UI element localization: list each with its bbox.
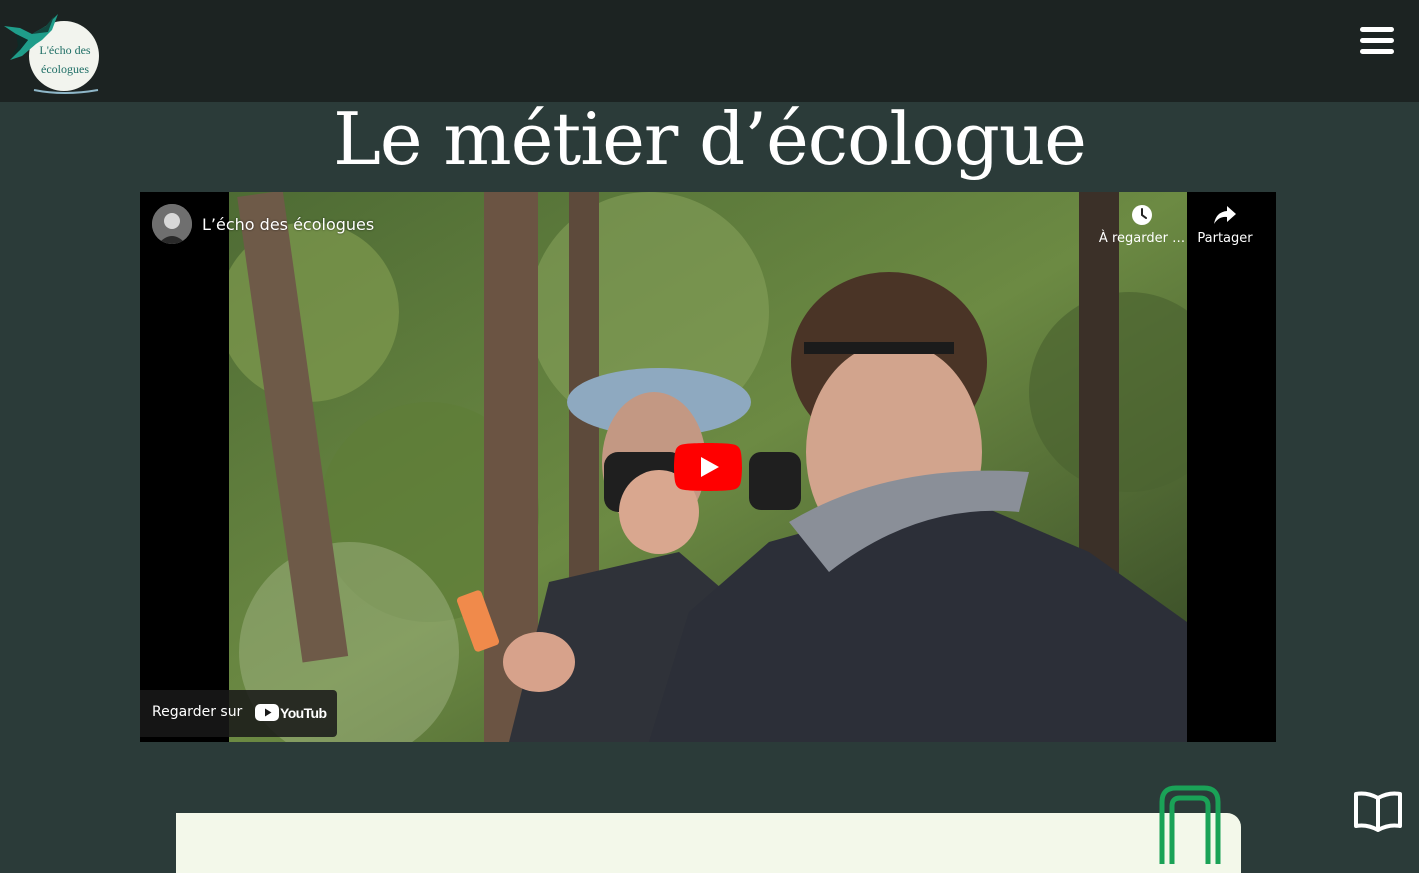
watch-later-button[interactable]: À regarder … [1097, 204, 1187, 246]
youtube-logo-text: YouTube [280, 705, 327, 721]
open-book-icon[interactable] [1353, 790, 1403, 834]
watch-on-youtube-button[interactable]: Regarder sur YouTube [140, 690, 337, 737]
channel-name[interactable]: L’écho des écologues [202, 215, 374, 234]
share-label: Partager [1197, 231, 1253, 246]
share-button[interactable]: Partager [1192, 204, 1258, 246]
watch-later-label: À regarder … [1098, 231, 1186, 246]
channel-avatar[interactable] [152, 204, 192, 244]
paper-clip-icon [1159, 785, 1221, 864]
watch-on-label: Regarder sur [152, 704, 243, 720]
logo-text-line2: écologues [41, 62, 89, 76]
youtube-video-embed[interactable]: L’écho des écologues À regarder … Partag… [140, 192, 1276, 742]
logo-text-line1: L'écho des [39, 43, 90, 57]
youtube-logo-icon: YouTube [255, 704, 327, 721]
play-icon[interactable] [674, 443, 742, 491]
site-logo[interactable]: L'écho des écologues [2, 4, 102, 96]
site-header: L'écho des écologues [0, 0, 1419, 102]
share-arrow-icon [1214, 206, 1236, 224]
content-card [176, 813, 1241, 873]
hamburger-menu-icon[interactable] [1360, 27, 1396, 57]
page-title: Le métier d’écologue [333, 97, 1087, 181]
clock-icon [1132, 205, 1152, 225]
